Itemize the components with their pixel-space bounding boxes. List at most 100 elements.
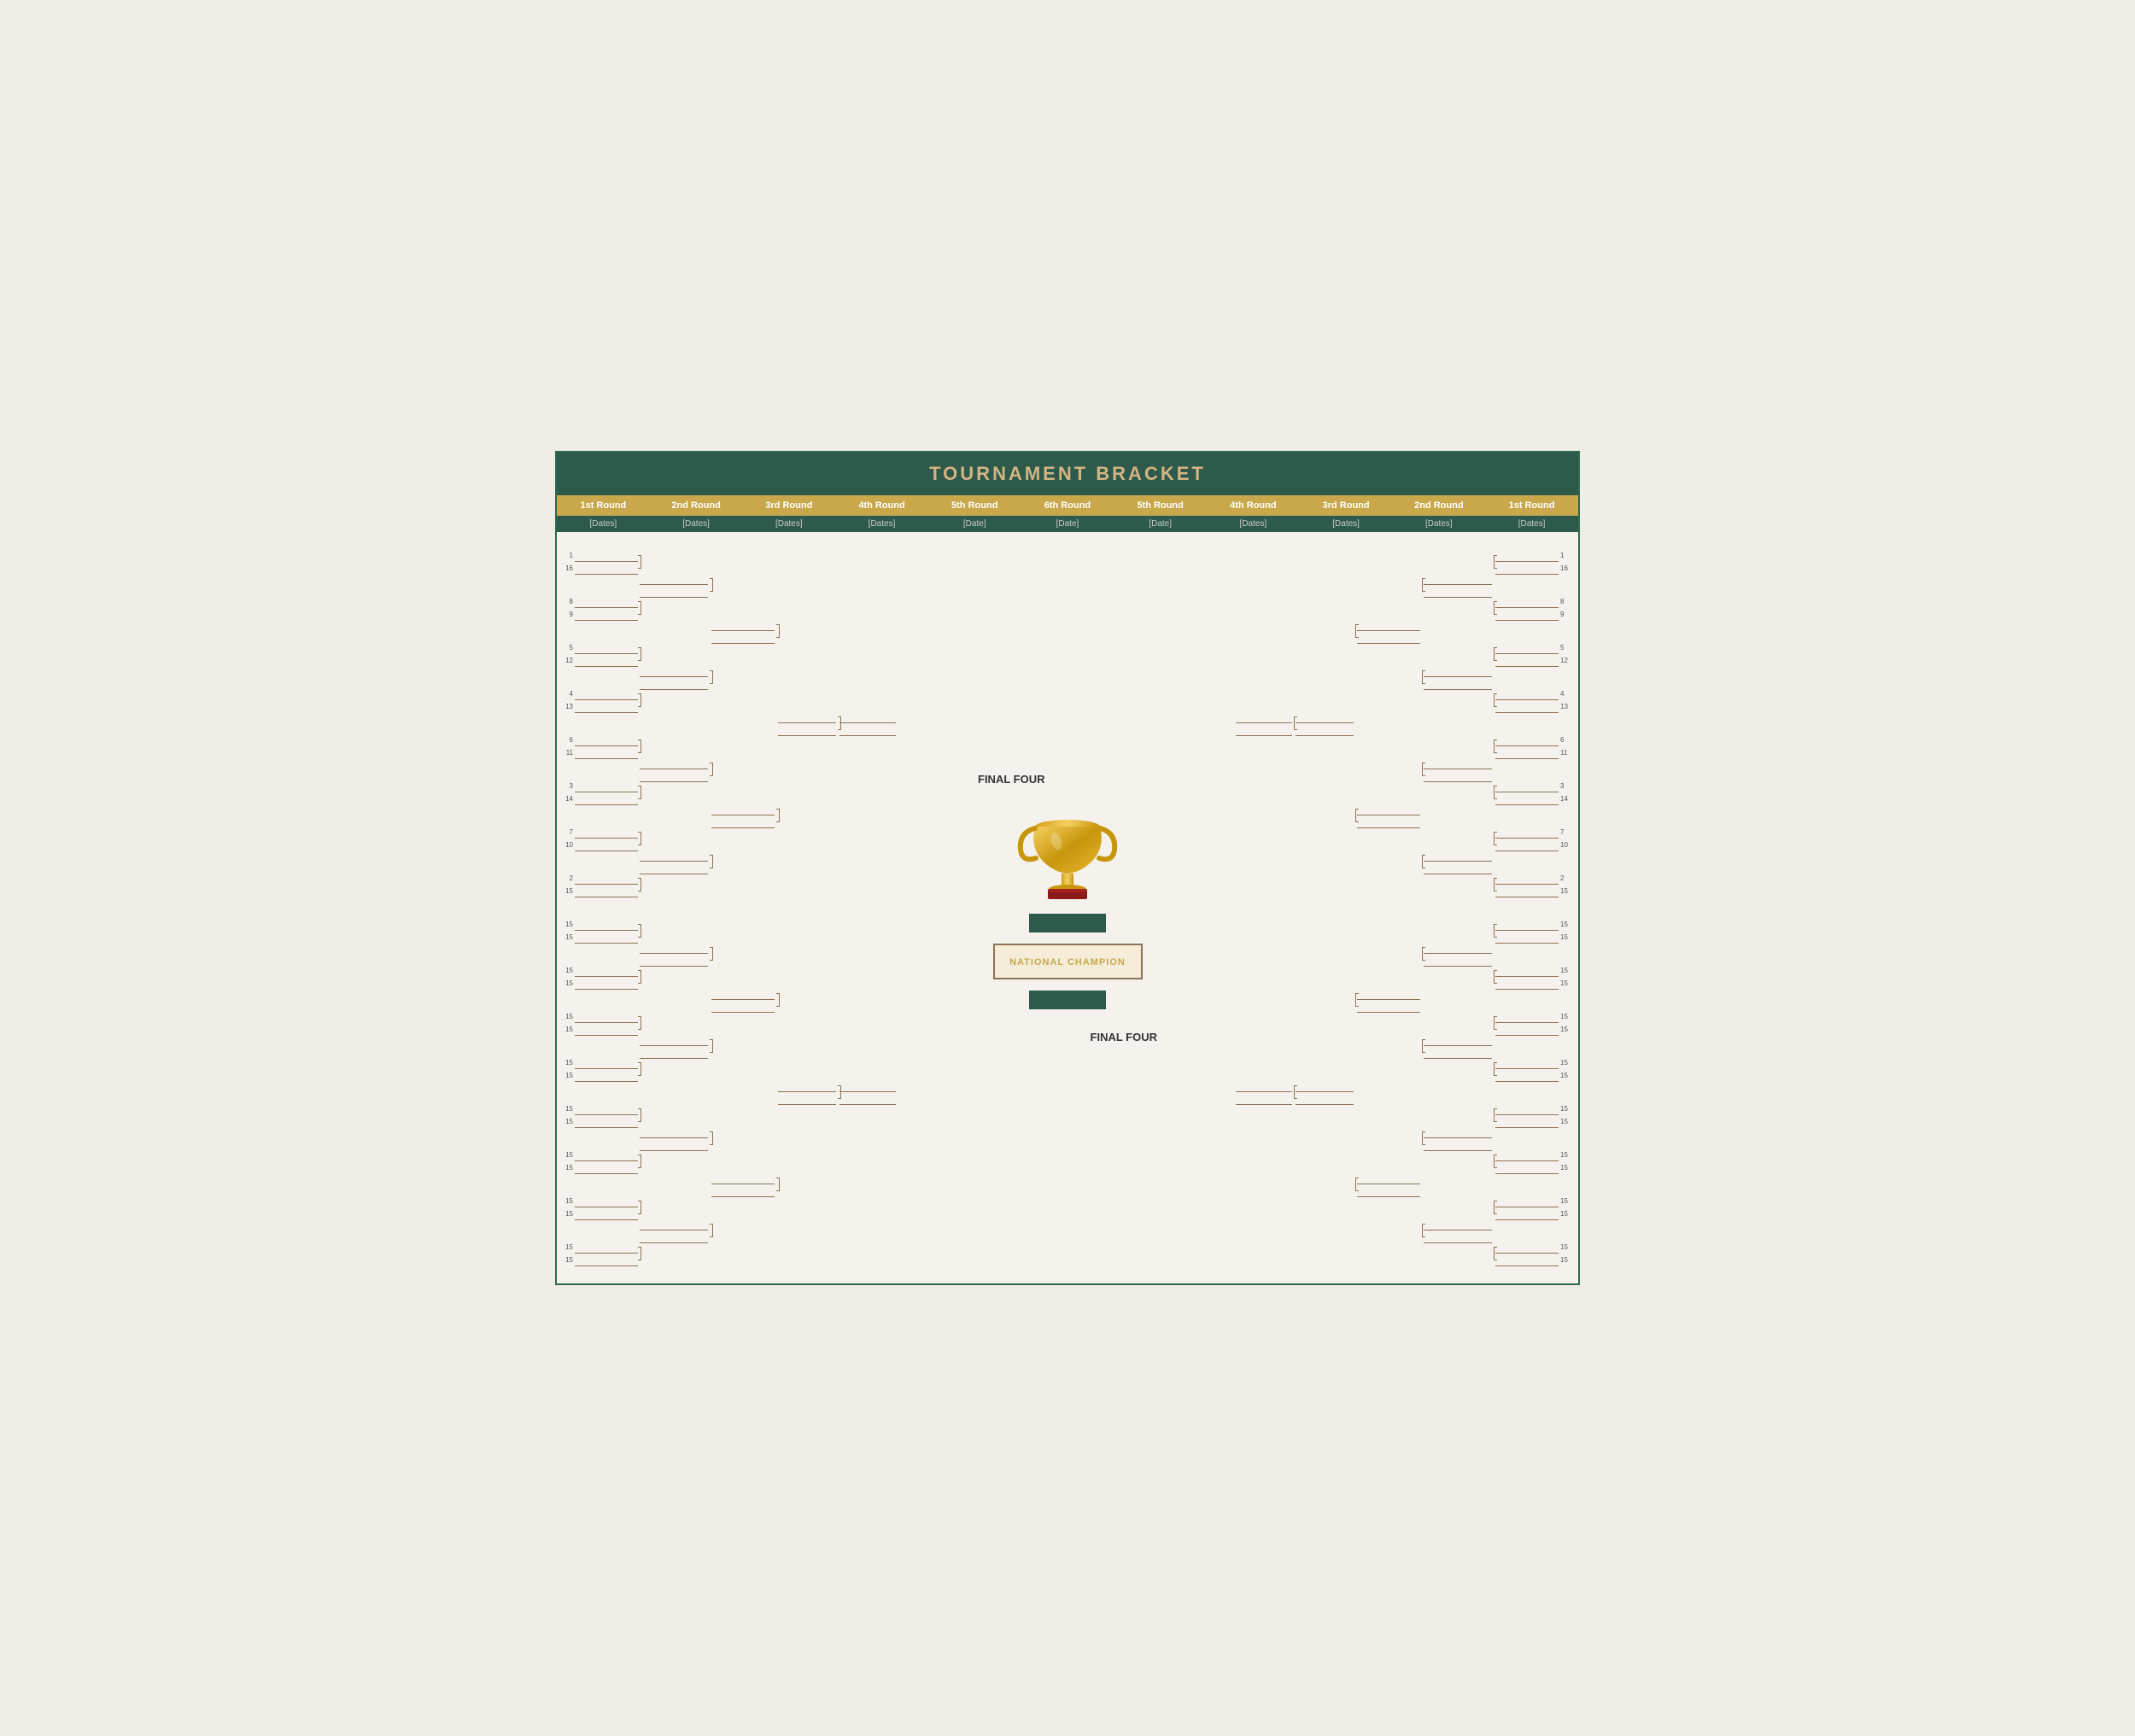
team-slot[interactable] [575,964,638,977]
team-slot[interactable] [778,1079,836,1092]
team-slot[interactable] [839,1079,896,1092]
champion-slot-bottom[interactable] [1029,991,1106,1009]
team-slot[interactable] [640,1125,708,1138]
team-slot[interactable] [1424,954,1492,967]
team-slot[interactable] [1424,1218,1492,1230]
team-slot[interactable] [1424,769,1492,782]
team-slot[interactable] [575,687,638,700]
team-slot[interactable] [575,780,638,792]
team-slot[interactable] [1495,780,1559,792]
team-slot[interactable] [1357,987,1420,1000]
team-slot[interactable] [1424,941,1492,954]
team-slot[interactable] [711,815,775,828]
team-slot[interactable] [640,862,708,874]
team-slot[interactable] [575,562,638,575]
team-slot[interactable] [1495,1195,1559,1207]
team-slot[interactable] [1424,1230,1492,1243]
team-slot[interactable] [1495,746,1559,759]
team-slot[interactable] [640,1138,708,1151]
team-slot[interactable] [711,1172,775,1184]
team-slot[interactable] [1236,1092,1292,1105]
team-slot[interactable] [1495,654,1559,667]
team-slot[interactable] [1495,1161,1559,1174]
team-slot[interactable] [839,710,896,723]
team-slot[interactable] [575,1207,638,1220]
team-slot[interactable] [575,1149,638,1161]
team-slot[interactable] [1296,1092,1354,1105]
team-slot[interactable] [575,1023,638,1036]
team-slot[interactable] [1357,803,1420,815]
champion-slot-top[interactable] [1029,914,1106,932]
team-slot[interactable] [1357,1172,1420,1184]
team-slot[interactable] [1495,1115,1559,1128]
team-slot[interactable] [575,1254,638,1266]
team-slot[interactable] [640,941,708,954]
team-slot[interactable] [1357,1184,1420,1197]
team-slot[interactable] [1495,826,1559,839]
team-slot[interactable] [1495,595,1559,608]
team-slot[interactable] [575,1056,638,1069]
team-slot[interactable] [575,1069,638,1082]
team-slot[interactable] [711,631,775,644]
team-slot[interactable] [1424,1033,1492,1046]
team-slot[interactable] [1424,849,1492,862]
team-slot[interactable] [575,1010,638,1023]
team-slot[interactable] [575,641,638,654]
team-slot[interactable] [575,918,638,931]
team-slot[interactable] [1495,1023,1559,1036]
team-slot[interactable] [575,1241,638,1254]
team-slot[interactable] [575,977,638,990]
team-slot[interactable] [1424,664,1492,677]
team-slot[interactable] [1495,977,1559,990]
team-slot[interactable] [1357,631,1420,644]
team-slot[interactable] [1495,1056,1559,1069]
team-slot[interactable] [640,849,708,862]
team-slot[interactable] [640,1218,708,1230]
team-slot[interactable] [575,746,638,759]
team-slot[interactable] [575,839,638,851]
team-slot[interactable] [778,1092,836,1105]
team-slot[interactable] [711,1000,775,1013]
team-slot[interactable] [711,803,775,815]
team-slot[interactable] [1424,1125,1492,1138]
team-slot[interactable] [711,1184,775,1197]
team-slot[interactable] [1495,641,1559,654]
team-slot[interactable] [1495,1010,1559,1023]
team-slot[interactable] [1424,757,1492,769]
team-slot[interactable] [1296,723,1354,736]
team-slot[interactable] [640,677,708,690]
team-slot[interactable] [575,608,638,621]
team-slot[interactable] [1495,734,1559,746]
team-slot[interactable] [1495,839,1559,851]
team-slot[interactable] [1495,1149,1559,1161]
team-slot[interactable] [1495,608,1559,621]
team-slot[interactable] [1424,1138,1492,1151]
team-slot[interactable] [575,734,638,746]
team-slot[interactable] [1495,872,1559,885]
team-slot[interactable] [1296,710,1354,723]
team-slot[interactable] [1236,723,1292,736]
team-slot[interactable] [1424,572,1492,585]
team-slot[interactable] [1495,964,1559,977]
team-slot[interactable] [640,769,708,782]
team-slot[interactable] [640,1046,708,1059]
team-slot[interactable] [640,572,708,585]
team-slot[interactable] [640,1033,708,1046]
team-slot[interactable] [1495,700,1559,713]
team-slot[interactable] [640,664,708,677]
team-slot[interactable] [711,987,775,1000]
team-slot[interactable] [1495,687,1559,700]
team-slot[interactable] [1296,1079,1354,1092]
team-slot[interactable] [640,585,708,598]
team-slot[interactable] [1424,1046,1492,1059]
team-slot[interactable] [575,792,638,805]
team-slot[interactable] [778,710,836,723]
team-slot[interactable] [1495,918,1559,931]
team-slot[interactable] [1236,710,1292,723]
team-slot[interactable] [575,1102,638,1115]
team-slot[interactable] [1424,585,1492,598]
team-slot[interactable] [1424,862,1492,874]
team-slot[interactable] [575,1161,638,1174]
team-slot[interactable] [575,1115,638,1128]
team-slot[interactable] [1495,885,1559,897]
